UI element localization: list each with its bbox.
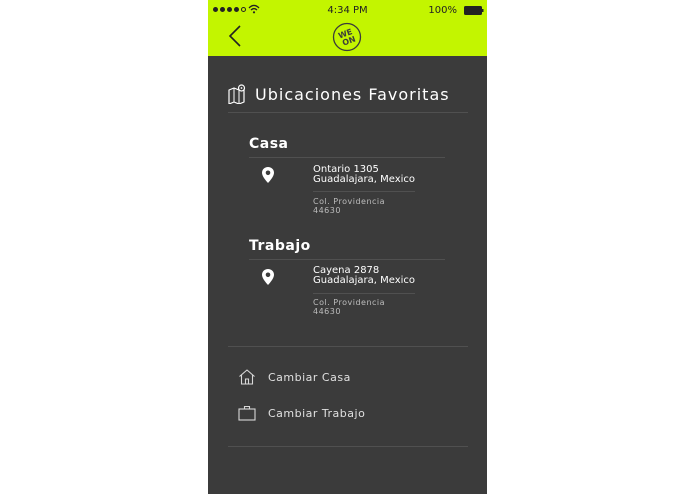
work-zip: 44630 [313,307,341,316]
battery-percentage: 100% [428,5,457,16]
actions-divider-bottom [228,446,468,447]
change-work-button[interactable]: Cambiar Trabajo [238,404,438,424]
back-arrow-icon[interactable] [226,24,246,48]
status-bar: 4:34 PM 100% [208,0,487,22]
location-pin-icon [262,269,274,285]
home-icon [239,369,255,385]
work-colony: Col. Providencia [313,298,386,307]
weon-logo: WE ON [332,22,362,52]
home-zip: 44630 [313,206,341,215]
place-divider [249,259,445,260]
work-address-line2: Guadalajara, Mexico [313,275,416,286]
battery-icon [464,6,484,15]
favorites-header: Ubicaciones Favoritas [228,84,468,113]
briefcase-icon [238,405,256,421]
home-colony: Col. Providencia [313,197,386,206]
change-home-label: Cambiar Casa [268,371,351,384]
address-divider [313,191,415,192]
map-icon [228,84,246,104]
place-divider [249,157,445,158]
address-divider [313,293,415,294]
phone-screen: 4:34 PM 100% WE ON Ubicaciones Favoritas… [208,0,487,494]
section-title: Ubicaciones Favoritas [255,85,450,104]
actions-divider-top [228,346,468,347]
place-name-work: Trabajo [249,238,311,254]
header-bar: 4:34 PM 100% WE ON [208,0,487,56]
home-address-line2: Guadalajara, Mexico [313,174,416,185]
change-home-button[interactable]: Cambiar Casa [238,368,438,388]
location-pin-icon [262,167,274,183]
change-work-label: Cambiar Trabajo [268,407,366,420]
place-name-home: Casa [249,136,289,152]
